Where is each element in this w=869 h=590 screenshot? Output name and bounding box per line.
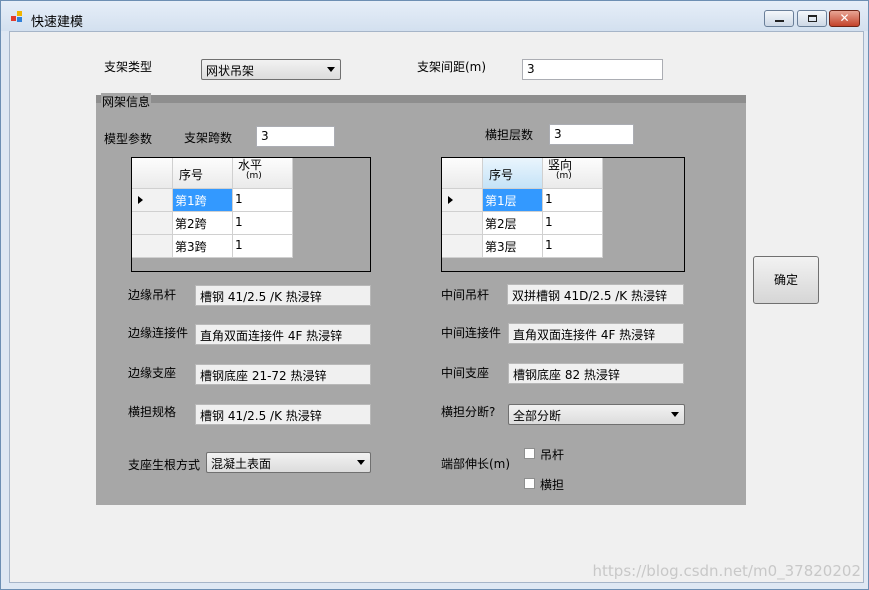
grid-col-value: 水平 (m)	[233, 158, 293, 189]
grid-cell-index[interactable]: 第1层	[483, 189, 543, 212]
grid-col-value: 竖向 (m)	[543, 158, 603, 189]
edge-conn-field[interactable]: 直角双面连接件 4F 热浸锌	[195, 324, 371, 345]
mid-rod-field[interactable]: 双拼槽钢 41D/2.5 /K 热浸锌	[507, 284, 684, 305]
crossarm-break-value: 全部分断	[513, 409, 562, 423]
edge-rod-field[interactable]: 槽钢 41/2.5 /K 热浸锌	[195, 285, 371, 306]
title-bar[interactable]: 快速建模 ✕	[1, 1, 868, 31]
grid-cell-value[interactable]: 1	[233, 235, 293, 258]
span-count-input[interactable]: 3	[256, 126, 335, 147]
grid-row-header[interactable]	[442, 235, 483, 258]
spacing-input[interactable]: 3	[522, 59, 663, 80]
crossarm-break-label: 横担分断?	[441, 405, 496, 419]
watermark-text: https://blog.csdn.net/m0_37820202	[592, 562, 861, 580]
grid-corner	[132, 158, 173, 189]
root-method-label: 支座生根方式	[128, 458, 201, 472]
mid-base-field[interactable]: 槽钢底座 82 热浸锌	[508, 363, 684, 384]
maximize-button[interactable]	[797, 10, 827, 27]
crossarm-spec-field[interactable]: 槽钢 41/2.5 /K 热浸锌	[195, 404, 371, 425]
grid-cell-index[interactable]: 第3跨	[173, 235, 233, 258]
layer-grid[interactable]: 序号 竖向 (m) 第1层 1 第2层 1 第3层 1	[441, 157, 685, 272]
grid-cell-index[interactable]: 第2层	[483, 212, 543, 235]
grid-row-header[interactable]	[132, 212, 173, 235]
rod-checkbox[interactable]	[524, 448, 535, 459]
close-button[interactable]: ✕	[829, 10, 860, 27]
grid-col-value-title: 水平	[238, 158, 263, 172]
rod-checkbox-label[interactable]: 吊杆	[540, 446, 564, 463]
close-icon: ✕	[839, 11, 850, 25]
grid-col-index: 序号	[173, 158, 233, 189]
grid-cell-value[interactable]: 1	[233, 212, 293, 235]
support-type-label: 支架类型	[104, 60, 153, 74]
chevron-down-icon	[327, 67, 335, 72]
mid-conn-field[interactable]: 直角双面连接件 4F 热浸锌	[508, 323, 684, 344]
current-row-arrow-icon	[448, 196, 453, 204]
grid-cell-value[interactable]: 1	[543, 212, 603, 235]
mid-base-label: 中间支座	[441, 366, 490, 380]
grid-col-value-unit: (m)	[246, 171, 262, 181]
chevron-down-icon	[357, 460, 365, 465]
mid-conn-label: 中间连接件	[441, 326, 502, 340]
crossarm-break-select[interactable]: 全部分断	[508, 404, 685, 425]
root-method-select[interactable]: 混凝土表面	[206, 452, 371, 473]
layer-count-input[interactable]: 3	[549, 124, 634, 145]
crossarm-spec-label: 横担规格	[128, 405, 177, 419]
minimize-icon	[775, 20, 784, 22]
group-title: 网架信息	[101, 93, 152, 110]
grid-cell-index[interactable]: 第2跨	[173, 212, 233, 235]
edge-conn-label: 边缘连接件	[128, 326, 189, 340]
mid-rod-label: 中间吊杆	[441, 288, 490, 302]
spacing-label: 支架间距(m)	[417, 60, 487, 74]
grid-row-header[interactable]	[132, 235, 173, 258]
edge-rod-label: 边缘吊杆	[128, 288, 177, 302]
root-method-value: 混凝土表面	[211, 457, 272, 471]
edge-base-field[interactable]: 槽钢底座 21-72 热浸锌	[195, 364, 371, 385]
end-extend-label: 端部伸长(m)	[441, 457, 511, 471]
support-type-value: 网状吊架	[206, 64, 255, 78]
chevron-down-icon	[671, 412, 679, 417]
grid-corner	[442, 158, 483, 189]
grid-col-value-unit: (m)	[556, 171, 572, 181]
support-type-select[interactable]: 网状吊架	[201, 59, 341, 80]
model-params-label: 模型参数	[104, 132, 153, 146]
grid-cell-index[interactable]: 第1跨	[173, 189, 233, 212]
grid-row-header[interactable]	[442, 189, 483, 212]
confirm-button[interactable]: 确定	[753, 256, 819, 304]
grid-row-header[interactable]	[442, 212, 483, 235]
span-grid[interactable]: 序号 水平 (m) 第1跨 1 第2跨 1 第3跨 1	[131, 157, 371, 272]
minimize-button[interactable]	[764, 10, 794, 27]
grid-col-index: 序号	[483, 158, 543, 189]
span-count-label: 支架跨数	[184, 131, 233, 145]
layer-count-label: 横担层数	[485, 128, 534, 142]
current-row-arrow-icon	[138, 196, 143, 204]
grid-cell-value[interactable]: 1	[543, 235, 603, 258]
grid-cell-value[interactable]: 1	[543, 189, 603, 212]
grid-row-header[interactable]	[132, 189, 173, 212]
window-title: 快速建模	[31, 15, 84, 30]
crossarm-checkbox[interactable]	[524, 478, 535, 489]
grid-cell-value[interactable]: 1	[233, 189, 293, 212]
grid-cell-index[interactable]: 第3层	[483, 235, 543, 258]
app-icon	[11, 11, 23, 23]
crossarm-checkbox-label[interactable]: 横担	[540, 476, 564, 493]
grid-col-value-title: 竖向	[548, 158, 573, 172]
edge-base-label: 边缘支座	[128, 366, 177, 380]
maximize-icon	[808, 15, 817, 22]
